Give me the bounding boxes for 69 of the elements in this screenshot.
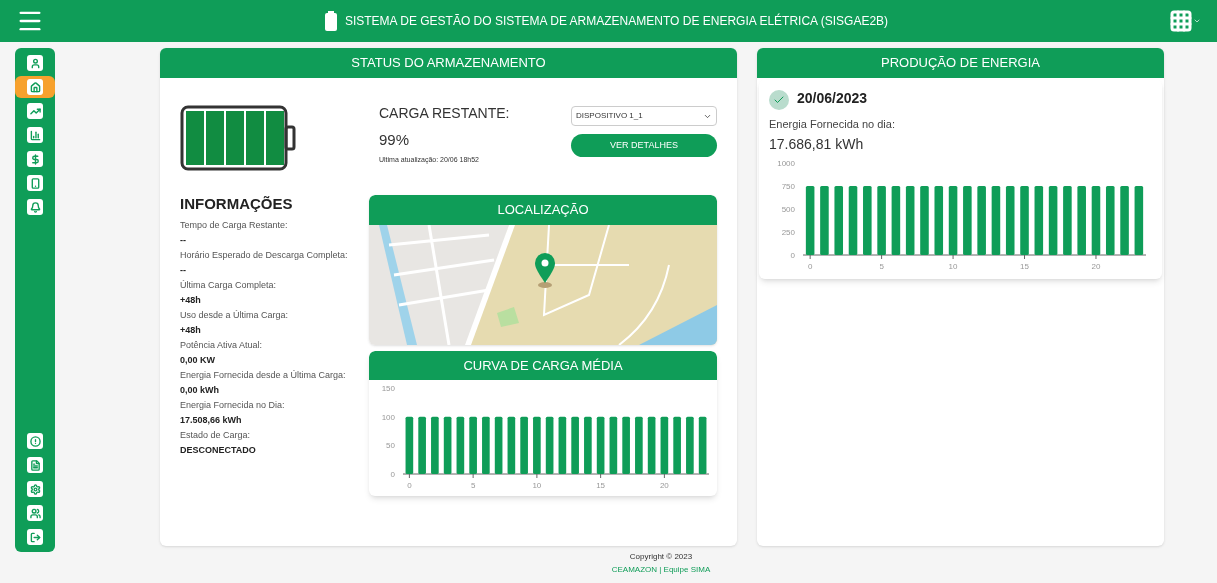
info-label: Tempo de Carga Restante: [180,218,289,232]
x-tick-label: 5 [879,261,884,271]
production-label: Energia Fornecida no dia: [769,117,896,132]
credits-link[interactable]: CEAMAZON | Equipe SIMA [611,563,711,576]
team-icon [27,505,43,521]
settings-icon [27,481,43,497]
grid-icon [1169,9,1193,33]
info-label: Uso desde a Última Carga: [180,308,290,322]
y-tick-label: 500 [781,204,795,214]
y-tick-label: 250 [781,227,795,237]
card-header: LOCALIZAÇÃO [369,195,717,225]
info-label: Horário Esperado de Descarga Completa: [180,248,349,262]
info-label: Energia Fornecida no Dia: [180,398,286,412]
document-icon [27,457,43,473]
y-tick-label: 100 [381,412,395,422]
dollar-icon [27,151,43,167]
x-tick-label: 10 [948,261,958,271]
device-value: DISPOSITIVO 1_1 [576,110,643,122]
info-value: DESCONECTADO [180,443,257,457]
card-header: CURVA DE CARGA MÉDIA [369,351,717,380]
charge-label: CARGA RESTANTE: [379,104,510,123]
info-value: 0,00 KW [180,353,216,367]
x-tick-label: 20 [1091,261,1101,271]
info-label: Estado de Carga: [180,428,252,442]
apps-menu-button[interactable] [1169,9,1201,33]
check-icon [769,90,789,110]
y-tick-label: 1000 [777,158,795,168]
info-value: -- [180,263,187,277]
y-tick-label: 0 [790,250,795,260]
y-tick-label: 150 [381,384,395,393]
phone-icon [27,175,43,191]
info-label: Energia Fornecida desde a Última Carga: [180,368,347,382]
info-title: INFORMAÇÕES [180,194,294,214]
info-value: +48h [180,293,202,307]
device-select[interactable]: DISPOSITIVO 1_1 [571,106,717,126]
home-icon [27,79,43,95]
x-tick-label: 20 [659,481,669,490]
x-tick-label: 5 [470,481,476,490]
charge-value: 99% [379,130,411,150]
info-label: Última Carga Completa: [180,278,278,292]
alert-icon [27,433,43,449]
trend-icon [27,103,43,119]
user-icon [27,55,43,71]
info-value: 17.508,66 kWh [180,413,243,427]
card-header: STATUS DO ARMAZENAMENTO [160,48,737,78]
sidebar-item[interactable] [15,76,55,98]
x-tick-label: 0 [807,261,813,271]
y-tick-label: 750 [781,181,795,191]
details-button[interactable]: VER DETALHES [571,134,717,157]
production-value: 17.686,81 kWh [769,134,865,154]
card-header: PRODUÇÃO DE ENERGIA [757,48,1164,78]
info-value: 0,00 kWh [180,383,220,397]
copyright-text: Copyright © 2023 [629,551,693,563]
info-label: Potência Ativa Atual: [180,338,264,352]
production-date: 20/06/2023 [797,88,868,108]
x-tick-label: 10 [532,481,542,490]
logout-icon [27,529,43,545]
x-tick-label: 0 [407,481,412,490]
info-value: -- [180,233,187,247]
x-tick-label: 15 [1020,261,1029,271]
y-tick-label: 50 [386,441,395,451]
x-tick-label: 15 [596,481,606,490]
info-value: +48h [180,323,202,337]
battery-icon [324,11,337,31]
caret-icon [1193,17,1201,25]
app-title: SISTEMA DE GESTÃO DO SISTEMA DE ARMAZENAMENTO DE ENERGIA ELÉTRICA (SISGAE2B) [344,12,889,30]
y-tick-label: 0 [390,470,395,479]
bell-icon [27,199,43,215]
bar-chart-icon [27,127,43,143]
